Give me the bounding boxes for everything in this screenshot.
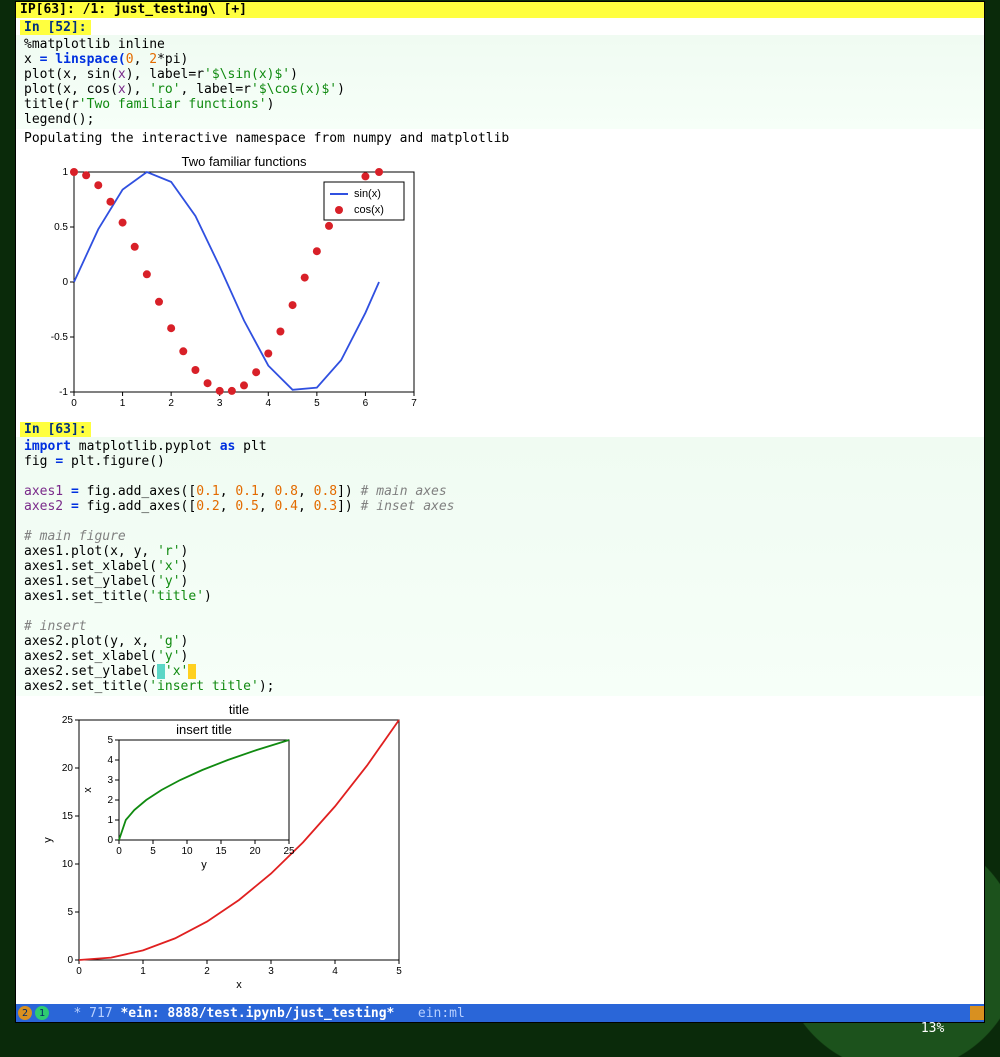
svg-text:Two familiar functions: Two familiar functions: [182, 154, 307, 169]
code-line[interactable]: axes1 = fig.add_axes([0.1, 0.1, 0.8, 0.8…: [24, 484, 447, 499]
code-line[interactable]: plot(x, sin(x), label=r'$\sin(x)$'): [24, 67, 298, 82]
cursor-highlight: [157, 664, 165, 679]
svg-text:3: 3: [217, 398, 223, 409]
svg-text:sin(x): sin(x): [354, 188, 381, 200]
svg-text:25: 25: [62, 715, 74, 726]
svg-text:0: 0: [107, 835, 113, 846]
svg-text:5: 5: [396, 966, 402, 977]
svg-text:5: 5: [107, 735, 113, 746]
status-percent: 13%: [921, 1021, 944, 1036]
code-line[interactable]: axes1.set_xlabel('x'): [24, 559, 188, 574]
svg-text:15: 15: [62, 811, 74, 822]
svg-text:0: 0: [71, 398, 77, 409]
code-63[interactable]: import matplotlib.pyplot as plt fig = pl…: [16, 437, 984, 696]
frame-header: IP[63]: /1: just_testing\ [+]: [16, 2, 984, 18]
svg-text:1: 1: [107, 815, 113, 826]
code-line[interactable]: axes1.set_title('title'): [24, 589, 212, 604]
svg-text:cos(x): cos(x): [354, 204, 384, 216]
code-line[interactable]: axes2.set_xlabel('y'): [24, 649, 188, 664]
paren-match: [188, 664, 196, 679]
status-bar: 2 1 * 717 *ein: 8888/test.ipynb/just_tes…: [16, 1004, 984, 1022]
code-line[interactable]: axes2.set_title('insert title');: [24, 679, 274, 694]
code-line[interactable]: %matplotlib inline: [24, 37, 165, 52]
chart-2: 0 1 2 3 4 5 0 5 10 15 20 25 title x y 0 5 10 15 20 25 0 1 2 3 4 5 i…: [16, 696, 984, 998]
svg-text:0.5: 0.5: [54, 222, 68, 233]
code-line[interactable]: # main figure: [24, 529, 126, 544]
svg-text:0: 0: [62, 277, 68, 288]
status-mode: ein:ml: [418, 1006, 465, 1021]
svg-text:1: 1: [120, 398, 126, 409]
svg-text:3: 3: [268, 966, 274, 977]
code-line[interactable]: x = linspace(0, 2*pi): [24, 52, 188, 67]
code-52[interactable]: %matplotlib inline x = linspace(0, 2*pi)…: [16, 35, 984, 129]
cell-63[interactable]: In [63]: import matplotlib.pyplot as plt…: [16, 420, 984, 998]
svg-text:7: 7: [411, 398, 417, 409]
svg-text:title: title: [229, 702, 249, 717]
svg-text:25: 25: [283, 846, 295, 857]
status-end-block: [970, 1006, 984, 1020]
svg-text:10: 10: [181, 846, 193, 857]
status-sep: *: [50, 1006, 89, 1021]
code-line[interactable]: axes2.plot(y, x, 'g'): [24, 634, 188, 649]
code-line[interactable]: import matplotlib.pyplot as plt: [24, 439, 267, 454]
svg-text:1: 1: [62, 167, 68, 178]
status-linecount: 717: [89, 1006, 112, 1021]
code-line[interactable]: axes2.set_ylabel( 'x': [24, 664, 196, 679]
code-line[interactable]: axes1.plot(x, y, 'r'): [24, 544, 188, 559]
code-line[interactable]: # insert: [24, 619, 87, 634]
cell-52[interactable]: In [52]: %matplotlib inline x = linspace…: [16, 18, 984, 420]
svg-text:5: 5: [150, 846, 156, 857]
chart-1: 0 1 2 3 4 5 6 7 -1 -0.5 0 0.5 1 Two familiar function…: [16, 148, 984, 420]
svg-text:1: 1: [140, 966, 146, 977]
code-line[interactable]: plot(x, cos(x), 'ro', label=r'$\cos(x)$'…: [24, 82, 345, 97]
svg-text:x: x: [82, 787, 94, 793]
svg-text:0: 0: [67, 955, 73, 966]
status-right: 34:20 13%: [874, 976, 964, 1051]
svg-text:2: 2: [168, 398, 174, 409]
svg-text:4: 4: [266, 398, 272, 409]
status-indicator-1: 2: [18, 1006, 32, 1020]
svg-text:10: 10: [62, 859, 74, 870]
svg-text:6: 6: [363, 398, 369, 409]
svg-text:-1: -1: [59, 387, 68, 398]
svg-text:20: 20: [249, 846, 261, 857]
code-line[interactable]: title(r'Two familiar functions'): [24, 97, 274, 112]
editor-frame: IP[63]: /1: just_testing\ [+] In [52]: %…: [16, 2, 984, 1022]
status-indicator-2: 1: [35, 1006, 49, 1020]
svg-text:x: x: [236, 979, 242, 990]
svg-text:-0.5: -0.5: [51, 332, 69, 343]
svg-text:15: 15: [215, 846, 227, 857]
code-line[interactable]: axes1.set_ylabel('y'): [24, 574, 188, 589]
svg-text:20: 20: [62, 763, 74, 774]
code-line[interactable]: axes2 = fig.add_axes([0.2, 0.5, 0.4, 0.3…: [24, 499, 455, 514]
svg-text:insert title: insert title: [176, 722, 232, 737]
status-buffer: *ein: 8888/test.ipynb/just_testing*: [120, 1006, 394, 1021]
svg-text:2: 2: [107, 795, 113, 806]
svg-text:0: 0: [76, 966, 82, 977]
output-text-52: Populating the interactive namespace fro…: [16, 129, 984, 148]
code-line[interactable]: fig = plt.figure(): [24, 454, 165, 469]
svg-text:y: y: [42, 837, 54, 843]
svg-text:5: 5: [67, 907, 73, 918]
svg-text:4: 4: [332, 966, 338, 977]
status-cursor: 34:20: [921, 991, 960, 1006]
svg-text:3: 3: [107, 775, 113, 786]
svg-text:5: 5: [314, 398, 320, 409]
prompt-63: In [63]:: [20, 422, 91, 437]
svg-text:2: 2: [204, 966, 210, 977]
svg-text:4: 4: [107, 755, 113, 766]
svg-text:0: 0: [116, 846, 122, 857]
prompt-52: In [52]:: [20, 20, 91, 35]
svg-text:y: y: [201, 859, 207, 871]
code-line[interactable]: legend();: [24, 112, 94, 127]
